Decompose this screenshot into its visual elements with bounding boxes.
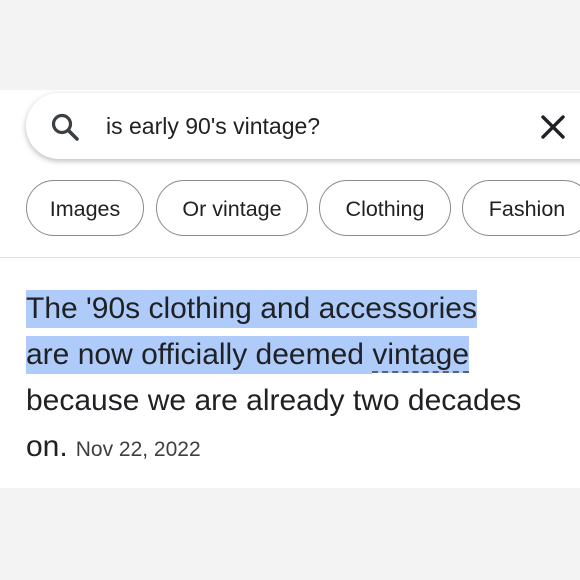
chip-images[interactable]: Images [26, 180, 144, 236]
snippet-date: Nov 22, 2022 [75, 438, 201, 461]
answer-line-2: are now officially deemed vintage [26, 332, 580, 378]
search-input[interactable]: is early 90's vintage? [106, 93, 320, 159]
chip-or-vintage[interactable]: Or vintage [156, 180, 308, 236]
highlighted-text: The '90s clothing and accessories [26, 290, 477, 328]
chip-clothing[interactable]: Clothing [319, 180, 451, 236]
vintage-definition-link[interactable]: vintage [372, 336, 470, 373]
featured-snippet-answer: The '90s clothing and accessories are no… [26, 286, 580, 473]
highlighted-text: are now officially deemed [26, 336, 373, 374]
divider [0, 257, 580, 258]
answer-line-1: The '90s clothing and accessories [26, 286, 580, 332]
close-icon[interactable] [540, 114, 566, 140]
answer-line-3: because we are already two decades [26, 384, 522, 417]
chip-fashion[interactable]: Fashion [462, 180, 580, 236]
search-icon[interactable] [50, 112, 80, 142]
search-bar[interactable]: is early 90's vintage? [26, 93, 580, 159]
search-results-panel: is early 90's vintage? Images Or vintage… [0, 90, 580, 488]
answer-line-4: on. Nov 22, 2022 [26, 424, 580, 473]
answer-line-4-text: on. [26, 430, 68, 463]
